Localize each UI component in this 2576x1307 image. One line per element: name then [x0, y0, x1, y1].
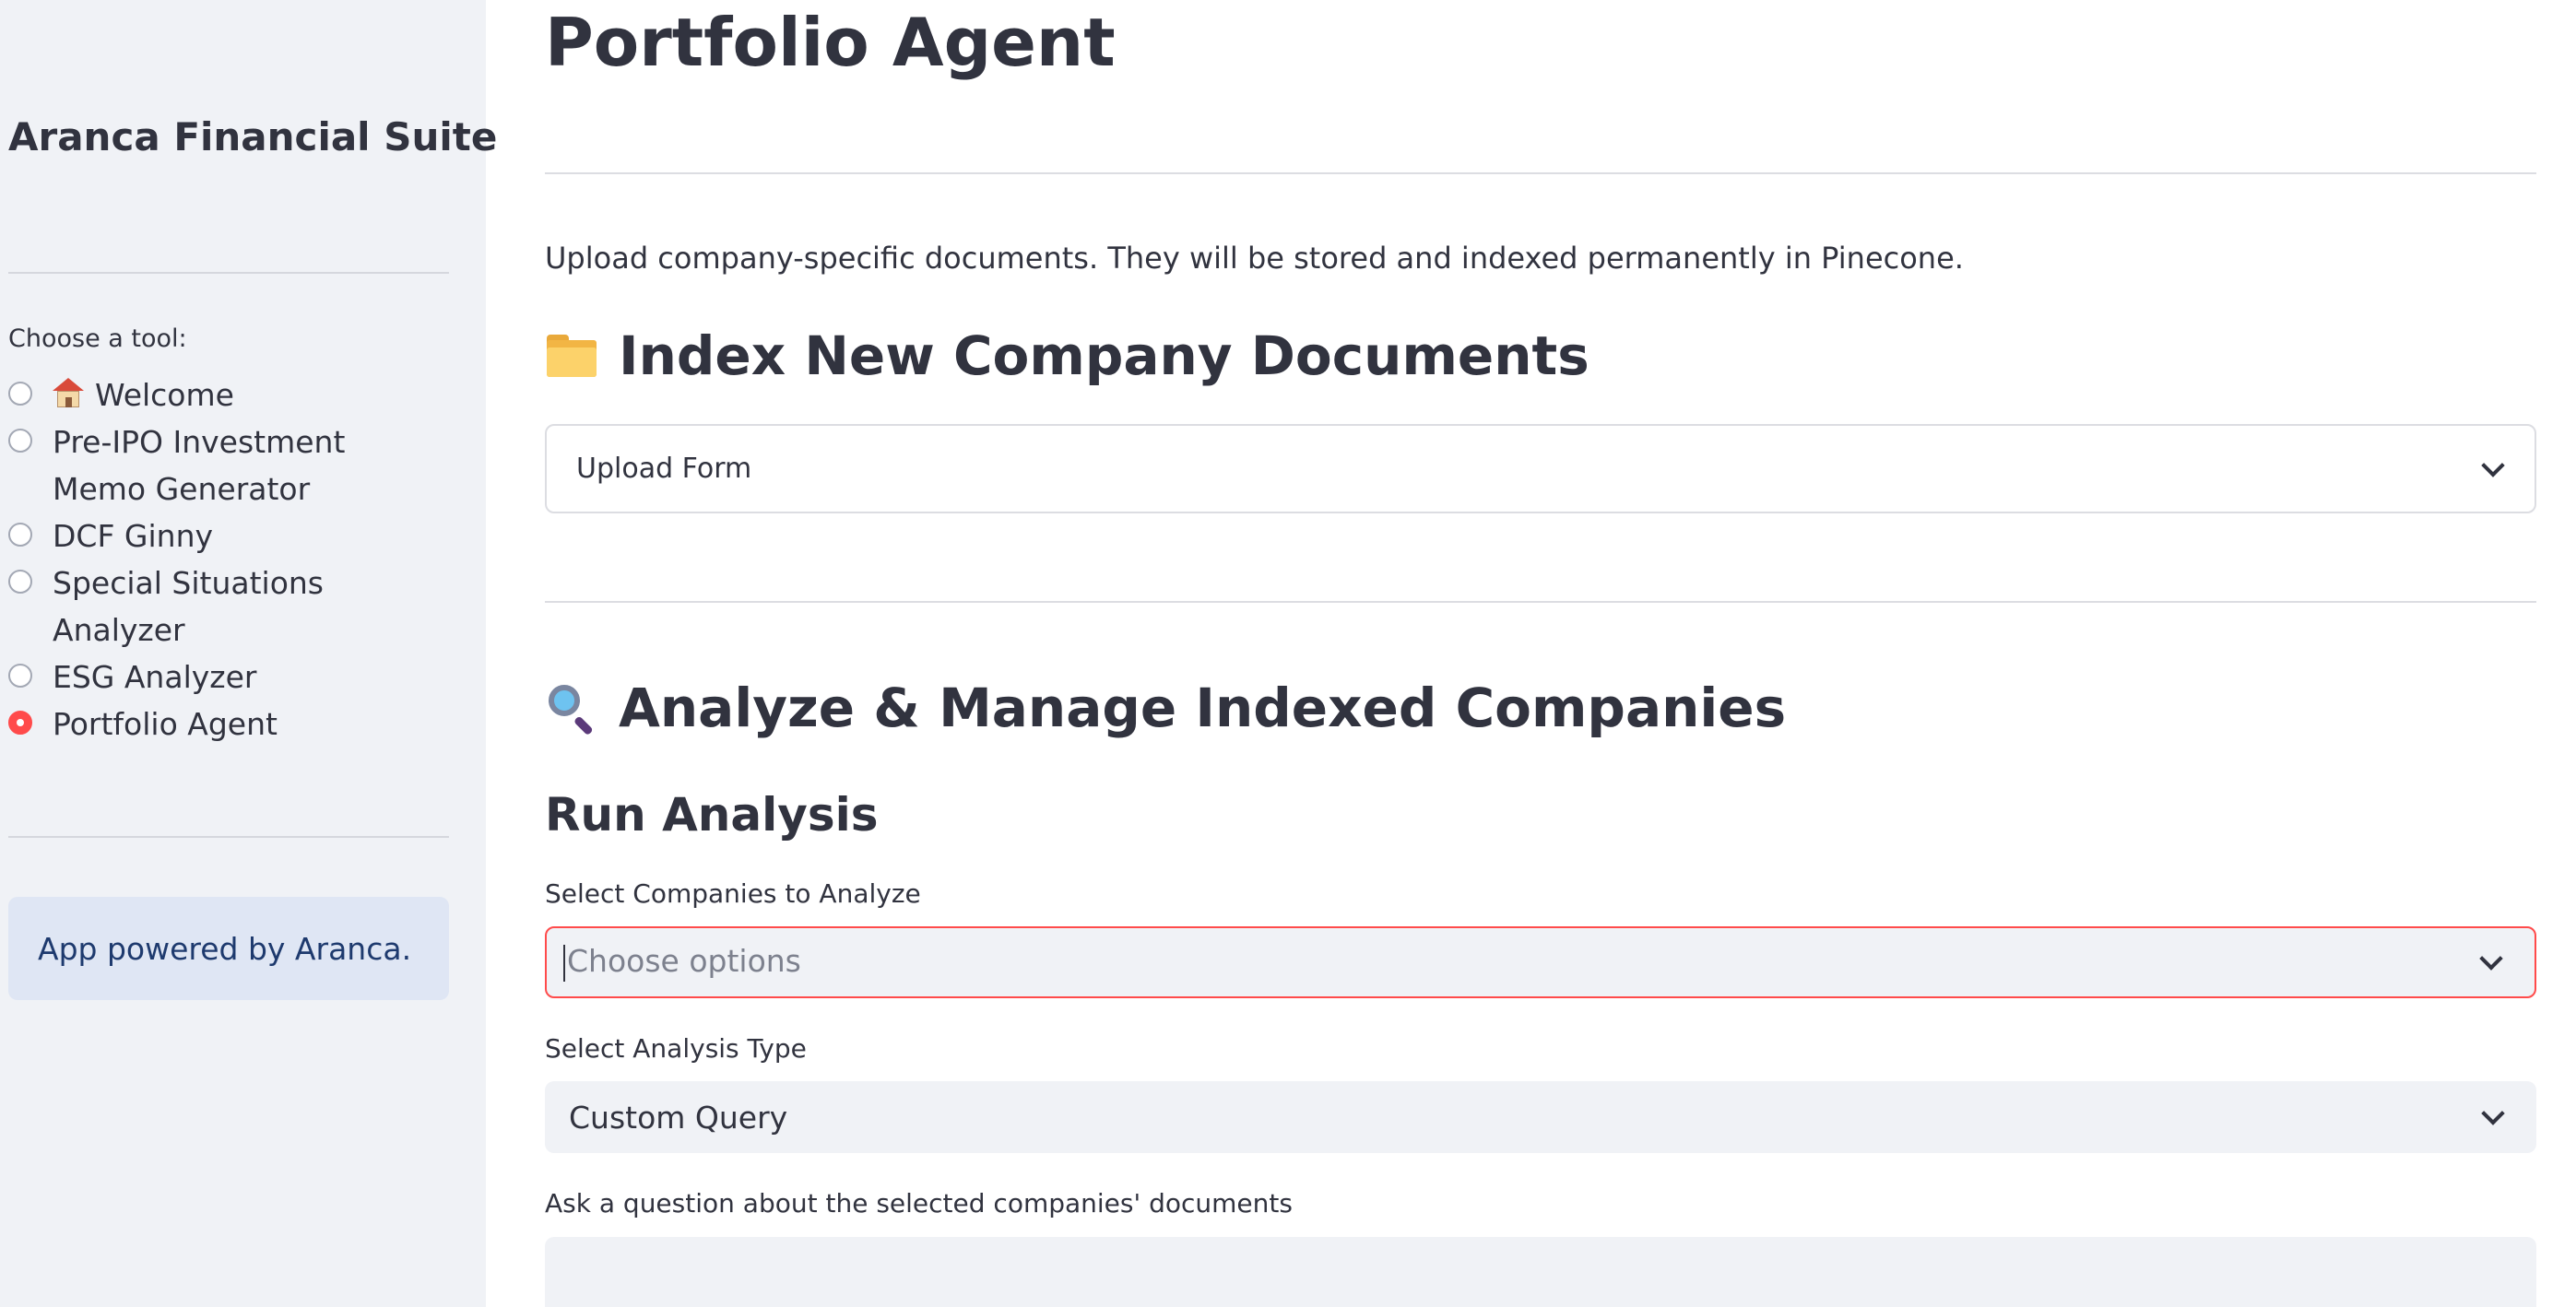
tool-option-label: DCF Ginny [53, 518, 214, 554]
radio-button[interactable] [8, 570, 32, 594]
tool-chooser-label: Choose a tool: [8, 324, 187, 353]
tool-option-label: Special Situations Analyzer [53, 565, 324, 648]
companies-multiselect-placeholder: Choose options [563, 943, 801, 982]
radio-button[interactable] [8, 429, 32, 453]
sidebar-divider [8, 836, 449, 838]
run-analysis-heading: Run Analysis [545, 788, 879, 842]
question-input-label: Ask a question about the selected compan… [545, 1188, 1293, 1219]
chevron-down-icon[interactable] [2481, 1101, 2505, 1125]
chevron-down-icon[interactable] [2479, 947, 2503, 971]
main-content: Portfolio Agent Upload company-specific … [545, 0, 2536, 1307]
analysis-type-label: Select Analysis Type [545, 1033, 807, 1064]
sidebar-title: Aranca Financial Suite [8, 114, 498, 159]
companies-multiselect[interactable]: Choose options [545, 926, 2536, 998]
text-cursor [563, 944, 565, 982]
tool-radio-group: Welcome Pre-IPO Investment Memo Generato… [8, 371, 442, 748]
expander-label: Upload Form [576, 453, 752, 485]
app-root: Aranca Financial Suite Choose a tool: We… [0, 0, 2576, 1307]
folder-icon [545, 333, 598, 379]
tool-option-label: Portfolio Agent [53, 706, 278, 742]
question-textarea[interactable] [545, 1237, 2536, 1307]
info-box: App powered by Aranca. [8, 897, 449, 1000]
radio-button-selected[interactable] [8, 711, 32, 735]
analyze-section-heading: Analyze & Manage Indexed Companies [545, 677, 1786, 739]
divider [545, 601, 2536, 603]
page-title: Portfolio Agent [545, 4, 1116, 81]
tool-option-welcome[interactable]: Welcome [8, 371, 442, 418]
house-icon [53, 378, 84, 409]
companies-select-label: Select Companies to Analyze [545, 878, 921, 909]
index-section-title: Index New Company Documents [619, 324, 1589, 387]
upload-form-expander[interactable]: Upload Form [545, 424, 2536, 513]
tool-option-label: Welcome [95, 377, 234, 413]
tool-option-portfolio-agent[interactable]: Portfolio Agent [8, 701, 442, 748]
divider [545, 172, 2536, 174]
tool-option-pre-ipo-memo[interactable]: Pre-IPO Investment Memo Generator [8, 418, 442, 512]
tool-option-esg-analyzer[interactable]: ESG Analyzer [8, 654, 442, 701]
intro-text: Upload company-specific documents. They … [545, 241, 1964, 276]
info-text: App powered by Aranca. [38, 930, 412, 967]
index-section-heading: Index New Company Documents [545, 324, 1589, 387]
tool-option-label: ESG Analyzer [53, 659, 257, 695]
sidebar-divider [8, 272, 449, 274]
magnifier-icon [545, 681, 598, 736]
analysis-type-value: Custom Query [569, 1099, 788, 1136]
sidebar: Aranca Financial Suite Choose a tool: We… [0, 0, 497, 1307]
analysis-type-select[interactable]: Custom Query [545, 1081, 2536, 1153]
chevron-down-icon [2481, 453, 2505, 477]
analyze-section-title: Analyze & Manage Indexed Companies [619, 677, 1787, 739]
tool-option-label: Pre-IPO Investment Memo Generator [53, 424, 346, 507]
tool-option-special-situations[interactable]: Special Situations Analyzer [8, 559, 442, 654]
radio-button[interactable] [8, 523, 32, 547]
radio-button[interactable] [8, 664, 32, 688]
radio-button[interactable] [8, 382, 32, 406]
tool-option-dcf-ginny[interactable]: DCF Ginny [8, 512, 442, 559]
